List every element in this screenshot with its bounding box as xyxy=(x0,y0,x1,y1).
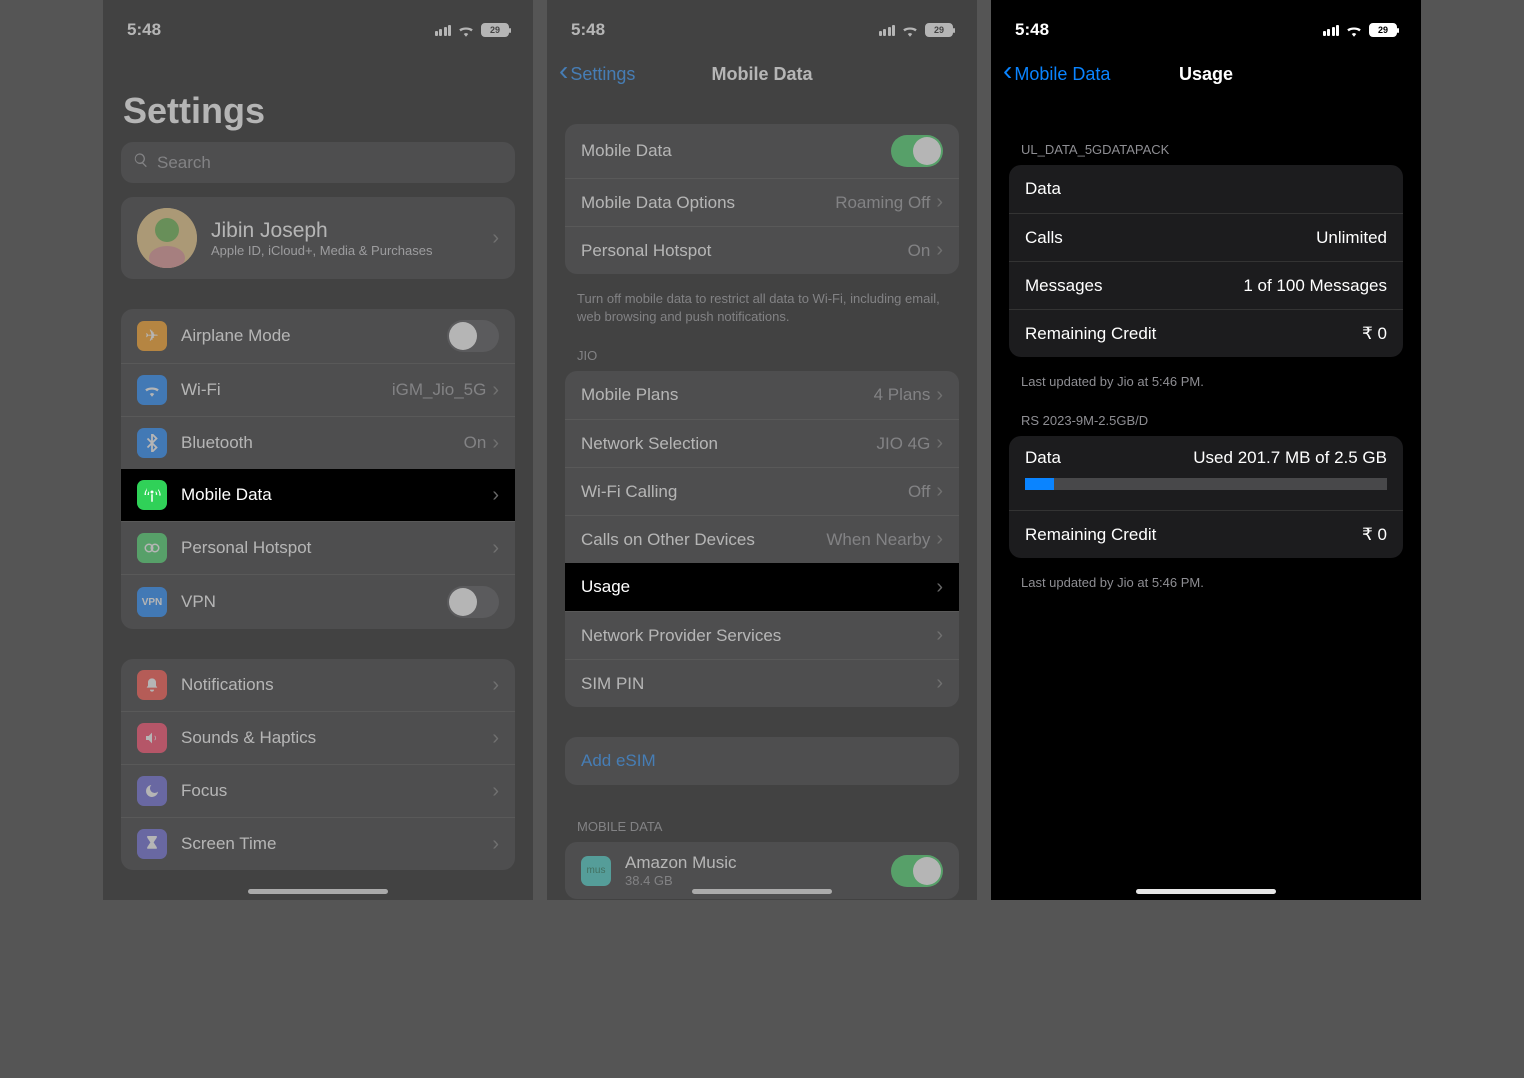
amazon-music-icon: mus xyxy=(581,856,611,886)
page-title: Mobile Data xyxy=(547,64,977,85)
wifi-icon xyxy=(901,23,919,37)
antenna-icon xyxy=(137,480,167,510)
row-plan2-data: Data Used 201.7 MB of 2.5 GB xyxy=(1009,436,1403,510)
chevron-right-icon: › xyxy=(492,537,499,560)
chevron-right-icon: › xyxy=(936,239,943,262)
signal-icon xyxy=(1323,25,1340,36)
row-sounds[interactable]: Sounds & Haptics › xyxy=(121,711,515,764)
row-sim-pin[interactable]: SIM PIN › xyxy=(565,659,959,707)
profile-name: Jibin Joseph xyxy=(211,219,492,243)
chevron-right-icon: › xyxy=(936,191,943,214)
bell-icon xyxy=(137,670,167,700)
hourglass-icon xyxy=(137,829,167,859)
battery-icon: 29 xyxy=(1369,23,1397,37)
page-title: Usage xyxy=(991,64,1421,85)
status-time: 5:48 xyxy=(127,20,161,40)
screen-usage: 5:48 29 Mobile Data Usage UL_DATA_5GDATA… xyxy=(991,0,1421,900)
status-bar: 5:48 29 xyxy=(547,0,977,50)
search-placeholder: Search xyxy=(157,153,211,173)
profile-row[interactable]: Jibin Joseph Apple ID, iCloud+, Media & … xyxy=(121,197,515,279)
search-input[interactable]: Search xyxy=(121,142,515,183)
row-mobile-data-toggle[interactable]: Mobile Data xyxy=(565,124,959,178)
row-notifications[interactable]: Notifications › xyxy=(121,659,515,711)
wifi-icon xyxy=(1345,23,1363,37)
screen-mobile-data: 5:48 29 Settings Mobile Data Mobile Data… xyxy=(547,0,977,900)
plan1-header: UL_DATA_5GDATAPACK xyxy=(991,138,1421,165)
vpn-icon: VPN xyxy=(137,587,167,617)
row-data-options[interactable]: Mobile Data Options Roaming Off › xyxy=(565,178,959,226)
jio-header: JIO xyxy=(547,344,977,371)
mobile-data-toggle[interactable] xyxy=(891,135,943,167)
plan2-footer: Last updated by Jio at 5:46 PM. xyxy=(991,566,1421,610)
row-wifi[interactable]: Wi-Fi iGM_Jio_5G › xyxy=(121,363,515,416)
chevron-right-icon: › xyxy=(492,379,499,402)
row-plans[interactable]: Mobile Plans 4 Plans › xyxy=(565,371,959,419)
chevron-right-icon: › xyxy=(492,833,499,856)
chevron-right-icon: › xyxy=(936,480,943,503)
row-plan2-credit: Remaining Credit ₹ 0 xyxy=(1009,510,1403,558)
status-bar: 5:48 29 xyxy=(103,0,533,50)
row-plan1-credit: Remaining Credit ₹ 0 xyxy=(1009,309,1403,357)
hotspot-icon xyxy=(137,533,167,563)
chevron-right-icon: › xyxy=(492,484,499,507)
home-indicator[interactable] xyxy=(1136,889,1276,894)
row-screentime[interactable]: Screen Time › xyxy=(121,817,515,870)
row-airplane[interactable]: ✈︎ Airplane Mode xyxy=(121,309,515,363)
battery-icon: 29 xyxy=(481,23,509,37)
wifi-row-icon xyxy=(137,375,167,405)
chevron-right-icon: › xyxy=(936,624,943,647)
chevron-right-icon: › xyxy=(936,528,943,551)
chevron-right-icon: › xyxy=(492,780,499,803)
chevron-right-icon: › xyxy=(492,227,499,250)
chevron-right-icon: › xyxy=(492,727,499,750)
status-bar: 5:48 29 xyxy=(991,0,1421,50)
chevron-right-icon: › xyxy=(936,576,943,599)
plan2-header: RS 2023-9M-2.5GB/D xyxy=(991,409,1421,436)
chevron-right-icon: › xyxy=(936,384,943,407)
signal-icon xyxy=(435,25,452,36)
chevron-right-icon: › xyxy=(492,674,499,697)
battery-icon: 29 xyxy=(925,23,953,37)
plan1-footer: Last updated by Jio at 5:46 PM. xyxy=(991,365,1421,409)
chevron-right-icon: › xyxy=(492,432,499,455)
airplane-icon: ✈︎ xyxy=(137,321,167,351)
status-time: 5:48 xyxy=(1015,20,1049,40)
row-vpn[interactable]: VPN VPN xyxy=(121,574,515,629)
row-focus[interactable]: Focus › xyxy=(121,764,515,817)
row-mobile-data[interactable]: Mobile Data › xyxy=(121,469,515,521)
row-calls-other[interactable]: Calls on Other Devices When Nearby › xyxy=(565,515,959,563)
row-plan1-data[interactable]: Data xyxy=(1009,165,1403,213)
row-plan1-calls: Calls Unlimited xyxy=(1009,213,1403,261)
row-bluetooth[interactable]: Bluetooth On › xyxy=(121,416,515,469)
screen-settings: 5:48 29 Settings Search Jibin Joseph App… xyxy=(103,0,533,900)
mobile-data-apps-header: MOBILE DATA xyxy=(547,815,977,842)
signal-icon xyxy=(879,25,896,36)
page-title: Settings xyxy=(103,50,533,142)
data-progress-bar xyxy=(1025,478,1387,490)
chevron-right-icon: › xyxy=(936,672,943,695)
mobile-data-note: Turn off mobile data to restrict all dat… xyxy=(547,282,977,344)
row-provider-services[interactable]: Network Provider Services › xyxy=(565,611,959,659)
app-toggle[interactable] xyxy=(891,855,943,887)
row-hotspot[interactable]: Personal Hotspot › xyxy=(121,521,515,574)
speaker-icon xyxy=(137,723,167,753)
airplane-toggle[interactable] xyxy=(447,320,499,352)
row-network-selection[interactable]: Network Selection JIO 4G › xyxy=(565,419,959,467)
home-indicator[interactable] xyxy=(248,889,388,894)
home-indicator[interactable] xyxy=(692,889,832,894)
profile-sub: Apple ID, iCloud+, Media & Purchases xyxy=(211,243,492,258)
row-plan1-messages: Messages 1 of 100 Messages xyxy=(1009,261,1403,309)
status-time: 5:48 xyxy=(571,20,605,40)
row-personal-hotspot[interactable]: Personal Hotspot On › xyxy=(565,226,959,274)
vpn-toggle[interactable] xyxy=(447,586,499,618)
row-add-esim[interactable]: Add eSIM xyxy=(565,737,959,785)
search-icon xyxy=(133,152,149,173)
avatar xyxy=(137,208,197,268)
wifi-icon xyxy=(457,23,475,37)
row-wifi-calling[interactable]: Wi-Fi Calling Off › xyxy=(565,467,959,515)
moon-icon xyxy=(137,776,167,806)
row-usage[interactable]: Usage › xyxy=(565,563,959,611)
bluetooth-icon xyxy=(137,428,167,458)
chevron-right-icon: › xyxy=(936,432,943,455)
